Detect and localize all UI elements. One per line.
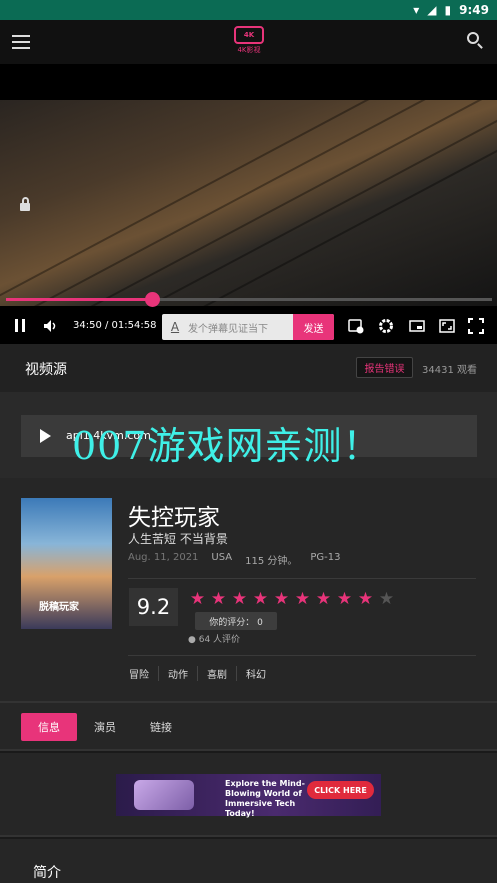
star-icon[interactable]: ★	[209, 591, 228, 608]
tab-info[interactable]: 信息	[21, 713, 77, 741]
divider	[128, 655, 476, 656]
my-rating: 你的评分： 0	[195, 612, 277, 630]
danmaku-placeholder[interactable]: 发个弹幕见证当下	[188, 320, 293, 335]
star-icon[interactable]: ★	[230, 591, 249, 608]
pause-icon[interactable]	[14, 319, 26, 333]
rater-count: ● 64 人评价	[188, 632, 240, 645]
status-time: 9:49	[459, 3, 489, 17]
app-header: 4K 4K影视	[0, 20, 497, 64]
danmaku-send-button[interactable]: 发送	[293, 314, 334, 340]
genre-tag[interactable]: 科幻	[236, 666, 275, 681]
score-badge: 9.2	[129, 588, 178, 626]
movie-poster: 脱稿玩家	[21, 498, 112, 629]
playback-time: 34:50 / 01:54:58	[73, 320, 157, 331]
ad-section: Explore the Mind-Blowing World of Immers…	[0, 753, 497, 837]
app-logo[interactable]: 4K 4K影视	[232, 26, 266, 60]
movie-meta: Aug. 11, 2021 USA 115 分钟。 PG-13	[128, 552, 341, 567]
release-date: Aug. 11, 2021	[128, 552, 199, 563]
logo-badge: 4K	[243, 31, 255, 39]
status-bar: ▾ ◢ ▮ 9:49	[0, 0, 497, 20]
ad-banner[interactable]: Explore the Mind-Blowing World of Immers…	[116, 774, 381, 818]
movie-tagline: 人生苦短 不当背景	[128, 532, 228, 546]
rater-count-text: 64 人评价	[198, 635, 241, 645]
star-icon[interactable]: ★	[314, 591, 333, 608]
signal-icon: ◢	[427, 3, 437, 17]
star-icon[interactable]: ★	[335, 591, 354, 608]
video-player[interactable]: 34:50 / 01:54:58 A 发个弹幕见证当下 发送	[0, 64, 497, 344]
star-icon[interactable]: ★	[356, 591, 375, 608]
poster-title: 脱稿玩家	[39, 602, 79, 613]
genre-tag[interactable]: 喜剧	[197, 666, 236, 681]
movie-title: 失控玩家	[128, 505, 220, 531]
tab-cast[interactable]: 演员	[80, 713, 130, 741]
volume-icon[interactable]	[43, 319, 59, 333]
seek-bar-fill	[6, 298, 153, 301]
tab-links[interactable]: 链接	[136, 713, 186, 741]
video-frame[interactable]	[0, 100, 497, 306]
logo-camera-icon: 4K	[234, 26, 264, 44]
video-source-section: 视频源 报告错误 34431 观看	[0, 344, 497, 392]
ad-image	[134, 780, 194, 810]
wifi-icon: ▾	[413, 3, 420, 17]
star-icon[interactable]: ★	[251, 591, 270, 608]
star-icon[interactable]: ★	[272, 591, 291, 608]
danmaku-input[interactable]: A 发个弹幕见证当下 发送	[162, 314, 334, 340]
star-icon[interactable]: ★	[188, 591, 207, 608]
video-source-title: 视频源	[25, 362, 67, 378]
seek-bar[interactable]	[6, 292, 492, 307]
danmaku-style-icon[interactable]: A	[162, 320, 188, 334]
fullscreen-icon[interactable]	[468, 318, 484, 334]
rating-stars[interactable]: ★ ★ ★ ★ ★ ★ ★ ★ ★ ★	[188, 591, 396, 608]
watermark-text: 007游戏网亲测！	[72, 424, 382, 468]
unlock-icon[interactable]	[18, 197, 32, 211]
menu-icon[interactable]	[12, 35, 30, 49]
settings-icon[interactable]	[378, 318, 394, 334]
ad-text: Explore the Mind-Blowing World of Immers…	[225, 779, 305, 818]
movie-info: 脱稿玩家 失控玩家 人生苦短 不当背景 Aug. 11, 2021 USA 11…	[0, 478, 497, 701]
report-error-button[interactable]: 报告错误	[356, 357, 413, 378]
player-controls: 34:50 / 01:54:58 A 发个弹幕见证当下 发送	[0, 310, 497, 344]
star-icon[interactable]: ★	[377, 591, 396, 608]
content-rating: PG-13	[310, 552, 341, 563]
detail-tabs: 信息 演员 链接	[0, 701, 497, 751]
intro-title: 简介	[33, 865, 61, 881]
divider	[128, 578, 476, 579]
runtime: 115 分钟。	[245, 556, 298, 567]
logo-text: 4K影视	[237, 46, 261, 54]
search-icon[interactable]	[467, 32, 485, 50]
star-icon[interactable]: ★	[293, 591, 312, 608]
country: USA	[211, 552, 233, 563]
battery-icon: ▮	[444, 3, 452, 17]
ad-cta-button[interactable]: CLICK HERE	[307, 781, 374, 799]
play-icon	[40, 429, 51, 443]
user-icon: ●	[188, 635, 196, 645]
genre-tag[interactable]: 动作	[158, 666, 197, 681]
view-count: 34431 观看	[422, 365, 477, 376]
genre-tag[interactable]: 冒险	[129, 666, 158, 681]
intro-section: 简介	[0, 839, 497, 883]
pip-icon[interactable]	[409, 318, 425, 334]
genre-list: 冒险 动作 喜剧 科幻	[129, 666, 275, 681]
danmaku-toggle-icon[interactable]	[348, 318, 364, 334]
aspect-ratio-icon[interactable]	[439, 318, 455, 334]
